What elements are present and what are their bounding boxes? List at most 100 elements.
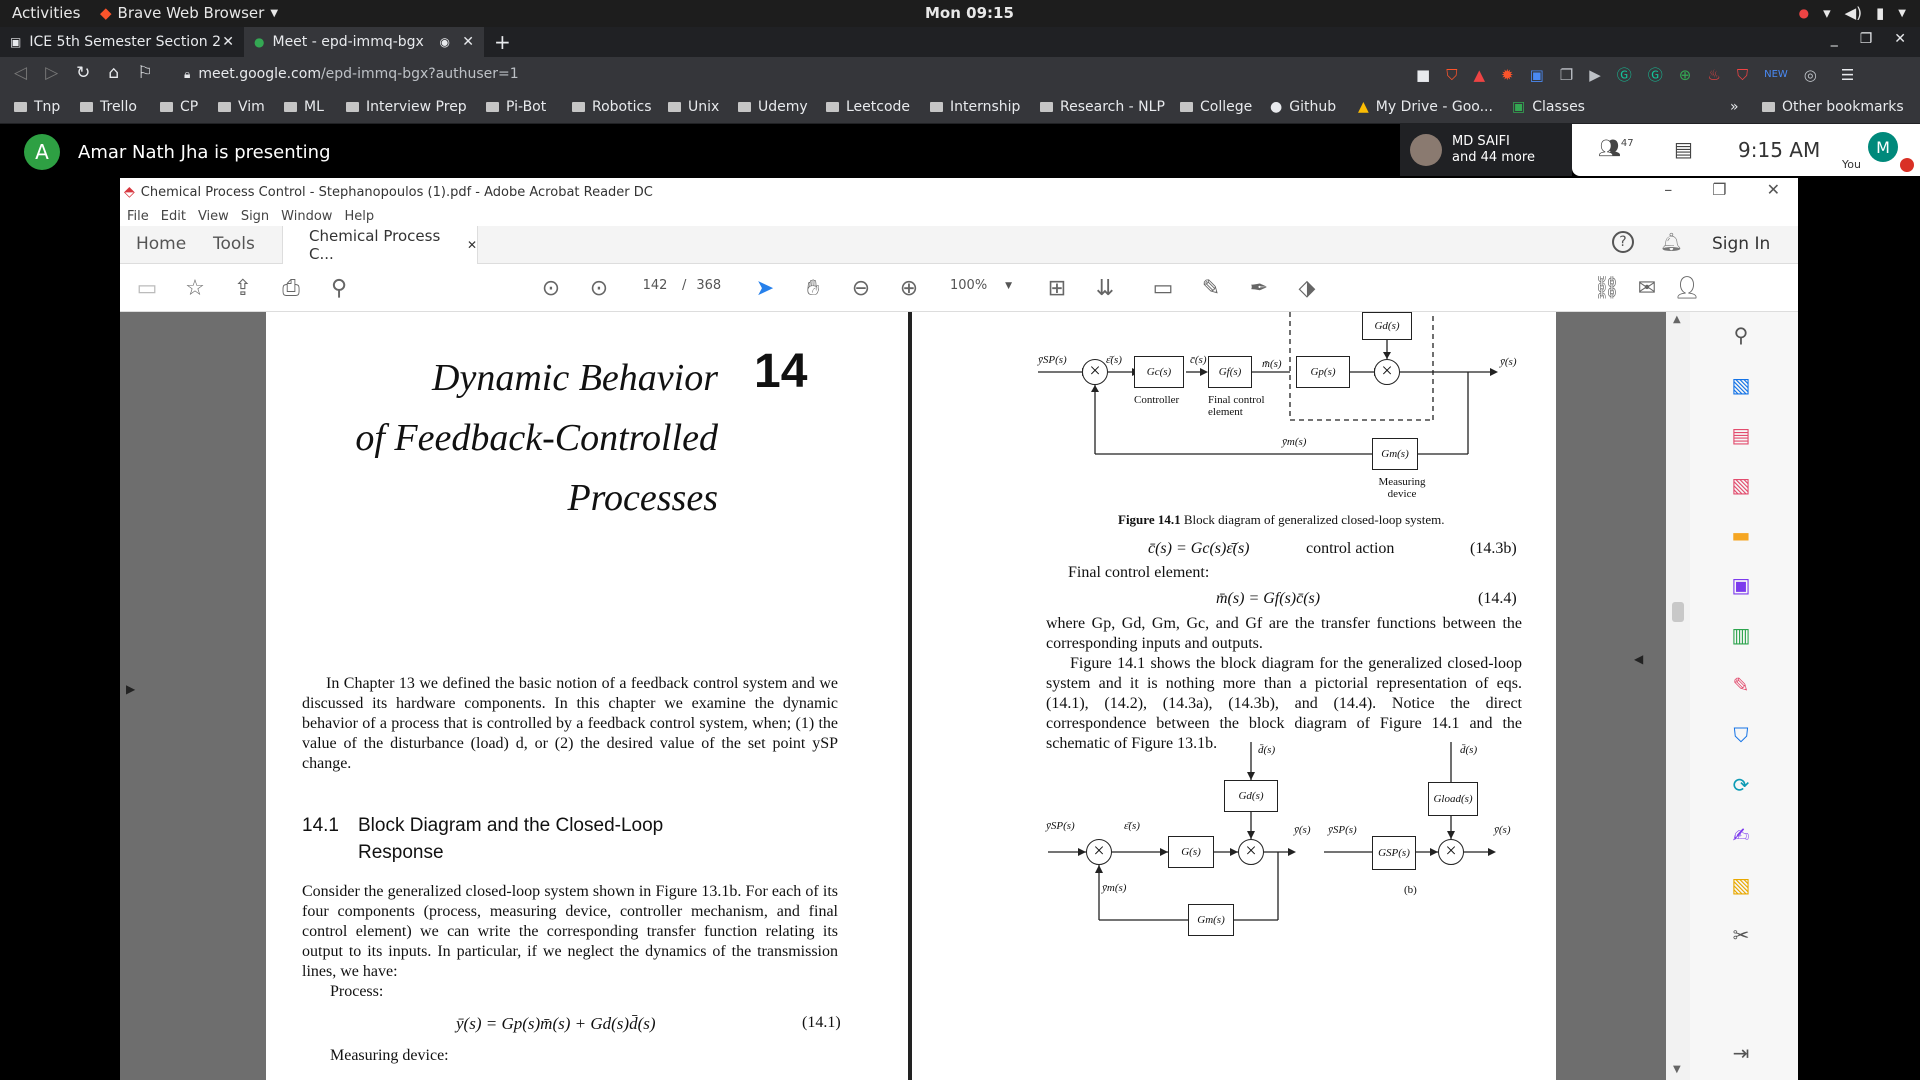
restore-icon[interactable]: ❐ <box>1860 31 1873 47</box>
organize-pages-icon[interactable]: ▤ <box>1728 422 1754 448</box>
new-tab-button[interactable]: + <box>494 30 511 54</box>
close-icon[interactable]: ✕ <box>1894 31 1906 47</box>
bookmark-folder[interactable]: Vim <box>218 99 265 115</box>
scroll-down-icon[interactable]: ▼ <box>1673 1064 1681 1075</box>
menu-edit[interactable]: Edit <box>161 209 186 224</box>
bookmark-folder[interactable]: Trello <box>80 99 137 115</box>
brave-shield-icon[interactable]: ⛉ <box>1446 66 1457 84</box>
self-avatar[interactable]: M <box>1868 132 1898 162</box>
people-button[interactable]: 👥︎ 47 <box>1598 138 1634 159</box>
export-pdf-icon[interactable]: ▧ <box>1728 372 1754 398</box>
new-badge-icon[interactable]: NEW <box>1764 69 1788 80</box>
star-icon[interactable]: ☆ <box>182 275 208 301</box>
help-icon[interactable]: ? <box>1612 231 1634 253</box>
extension-icon[interactable]: ⊕ <box>1679 66 1692 84</box>
tab-ice[interactable]: ▣ ICE 5th Semester Section 2 ✕ <box>0 27 244 57</box>
close-icon[interactable]: ✕ <box>1767 180 1780 199</box>
more-tools-icon[interactable]: ✂ <box>1728 922 1754 948</box>
stamp-icon[interactable]: ⬗ <box>1294 275 1320 301</box>
bookmark-folder[interactable]: Unix <box>668 99 719 115</box>
bookmark-folder[interactable]: CP <box>160 99 198 115</box>
create-pdf-icon[interactable]: ▧ <box>1728 472 1754 498</box>
add-user-icon[interactable]: 👤︎ <box>1673 275 1701 301</box>
comment-icon[interactable]: ▬ <box>1728 522 1754 548</box>
export-icon[interactable]: ▧ <box>1728 872 1754 898</box>
upload-icon[interactable]: ⇪ <box>230 275 256 301</box>
fit-page-icon[interactable]: ⊞ <box>1044 275 1070 301</box>
tab-tools[interactable]: Tools <box>213 234 255 254</box>
minimize-icon[interactable]: – <box>1664 180 1672 199</box>
menu-window[interactable]: Window <box>281 209 332 224</box>
forward-icon[interactable]: ▷ <box>45 63 58 83</box>
extension-icon[interactable]: ♨ <box>1707 66 1720 84</box>
reload-icon[interactable]: ↻ <box>76 63 90 83</box>
bookmark-other[interactable]: Other bookmarks <box>1762 99 1904 115</box>
zoom-in-icon[interactable]: ⊕ <box>896 275 922 301</box>
grammarly-icon[interactable]: Ⓖ <box>1617 64 1632 85</box>
bookmark-icon[interactable]: ⚐ <box>137 63 152 83</box>
bookmark-folder[interactable]: Udemy <box>738 99 808 115</box>
highlight-icon[interactable]: ✎ <box>1198 275 1224 301</box>
scrollbar-thumb[interactable] <box>1672 602 1684 622</box>
tab-document[interactable]: Chemical Process C... ✕ <box>282 226 478 264</box>
left-pane-toggle-icon[interactable]: ▶ <box>126 682 135 696</box>
extension-icon[interactable]: ✹ <box>1501 66 1514 84</box>
more-bookmarks-icon[interactable]: » <box>1730 99 1739 115</box>
chat-icon[interactable]: ▤ <box>1674 137 1693 161</box>
scroll-up-icon[interactable]: ▲ <box>1673 314 1681 325</box>
menu-file[interactable]: File <box>127 209 149 224</box>
bookmark-folder[interactable]: Robotics <box>572 99 652 115</box>
fill-sign-icon[interactable]: ✎ <box>1728 672 1754 698</box>
hand-icon[interactable]: ✋︎ <box>800 275 826 301</box>
extension-icon[interactable]: ◎ <box>1804 66 1817 84</box>
bookmark-folder[interactable]: Pi-Bot <box>486 99 546 115</box>
bookmark-folder[interactable]: Internship <box>930 99 1020 115</box>
translate-icon[interactable]: ▣ <box>1530 66 1544 84</box>
bell-icon[interactable]: 🔔︎ <box>1660 232 1683 253</box>
zoom-out-icon[interactable]: ⊖ <box>848 275 874 301</box>
edit-pdf-icon[interactable]: ▥ <box>1728 622 1754 648</box>
home-icon[interactable]: ⌂ <box>108 63 119 83</box>
menu-sign[interactable]: Sign <box>241 209 269 224</box>
minimize-icon[interactable]: _ <box>1831 31 1838 47</box>
vertical-scrollbar[interactable]: ▲ ▼ <box>1666 312 1690 1080</box>
draw-icon[interactable]: ✒ <box>1246 275 1272 301</box>
zoom-search-icon[interactable]: ⚲ <box>326 275 352 301</box>
select-cursor-icon[interactable]: ➤ <box>752 275 778 301</box>
system-clock[interactable]: Mon 09:15 <box>925 4 1014 22</box>
activities-button[interactable]: Activities <box>12 4 80 22</box>
zoom-icon[interactable]: ⚲ <box>1728 322 1754 348</box>
tab-meet[interactable]: ● Meet - epd-immq-bgx ◉ ✕ <box>244 27 484 57</box>
bookmark-folder[interactable]: Research - NLP <box>1040 99 1165 115</box>
extension-icon[interactable]: ▶ <box>1589 66 1601 84</box>
extension-icon[interactable]: ⛉ <box>1737 66 1748 84</box>
bookmark-folder[interactable]: Tnp <box>14 99 60 115</box>
app-menu[interactable]: ◆ Brave Web Browser ▼ <box>100 4 278 22</box>
document-viewer[interactable]: ▶ Dynamic Behavior of Feedback-Controlle… <box>120 312 1690 1080</box>
url-bar[interactable]: 🔒︎ meet.google.com/epd-immq-bgx?authuser… <box>184 66 519 82</box>
bookmark-classes[interactable]: ▣ Classes <box>1512 99 1585 115</box>
close-icon[interactable]: ✕ <box>467 238 477 252</box>
sign-in-button[interactable]: Sign In <box>1712 234 1770 254</box>
bookmark-folder[interactable]: Leetcode <box>826 99 910 115</box>
zoom-select[interactable]: 100% ▼ <box>950 278 1012 293</box>
collapse-pane-icon[interactable]: ⇥ <box>1728 1040 1754 1066</box>
restore-icon[interactable]: ❐ <box>1712 180 1726 199</box>
print-icon[interactable]: ⎙ <box>278 275 304 301</box>
comment-icon[interactable]: ▭ <box>1150 275 1176 301</box>
protect-icon[interactable]: ⛉ <box>1728 722 1754 748</box>
bookmark-github[interactable]: ● Github <box>1270 99 1336 115</box>
request-signature-icon[interactable]: ✍ <box>1728 822 1754 848</box>
extension-icon[interactable]: ❐ <box>1560 66 1573 84</box>
brave-rewards-icon[interactable]: ▲ <box>1473 66 1485 84</box>
menu-view[interactable]: View <box>198 209 229 224</box>
close-tab-icon[interactable]: ✕ <box>222 34 234 50</box>
system-tray[interactable]: ● ▾ ◀) ▮ ▼ <box>1799 4 1906 22</box>
page-up-icon[interactable]: ⊙ <box>538 275 564 301</box>
back-icon[interactable]: ◁ <box>14 63 27 83</box>
page-current-input[interactable]: 142 <box>638 278 672 293</box>
menu-icon[interactable]: ☰ <box>1841 66 1854 84</box>
page-down-icon[interactable]: ⊙ <box>586 275 612 301</box>
bookmark-folder[interactable]: Interview Prep <box>346 99 467 115</box>
bookmark-drive[interactable]: ▲ My Drive - Goo... <box>1358 99 1493 115</box>
